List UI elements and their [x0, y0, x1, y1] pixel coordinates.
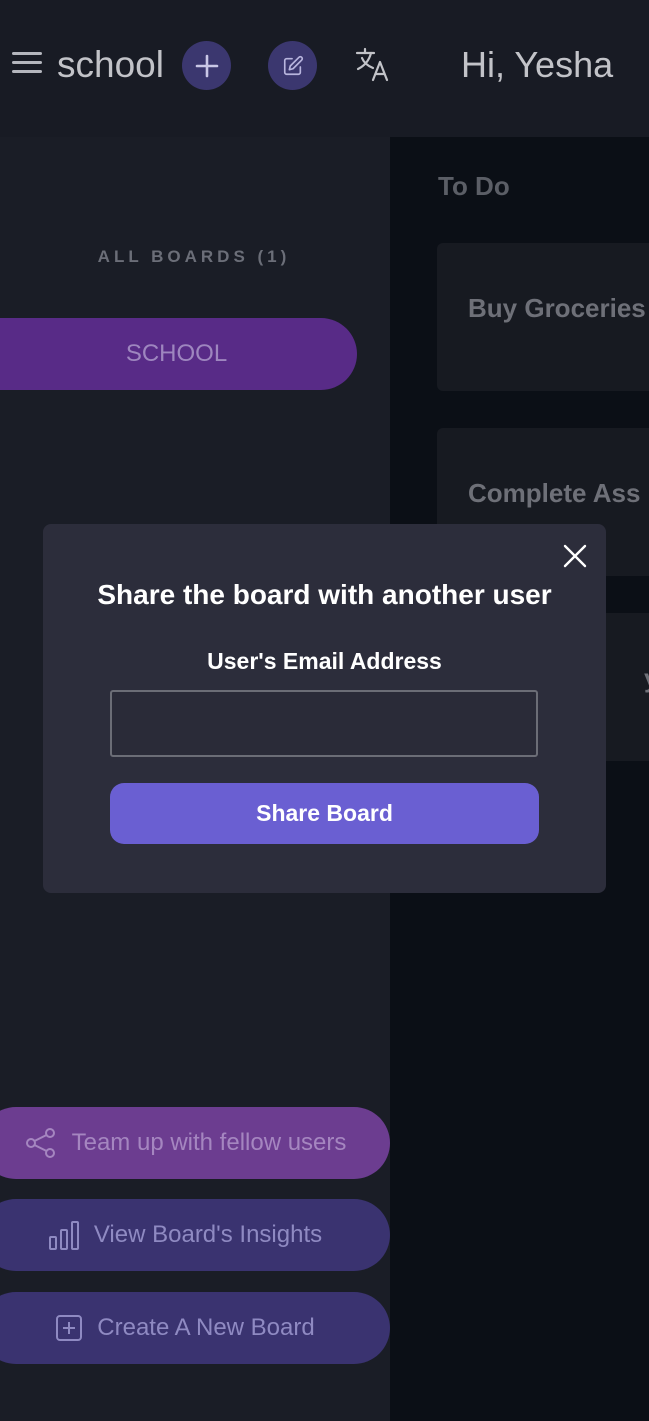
- translate-button[interactable]: [352, 44, 394, 86]
- view-insights-button[interactable]: View Board's Insights: [0, 1199, 390, 1271]
- board-title: school: [57, 44, 164, 85]
- pencil-square-icon: [283, 55, 303, 75]
- app-root: school Hi, Yesha ALL BOARDS (1) SCHOOL T…: [0, 0, 649, 1421]
- view-insights-label: View Board's Insights: [93, 1221, 323, 1248]
- close-button[interactable]: [562, 543, 588, 569]
- email-input[interactable]: [110, 690, 538, 757]
- task-title: y: [644, 663, 649, 694]
- edit-board-button[interactable]: [268, 41, 317, 90]
- team-up-button[interactable]: Team up with fellow users: [0, 1107, 390, 1179]
- task-title: Buy Groceries: [468, 293, 646, 323]
- create-board-label: Create A New Board: [97, 1314, 315, 1341]
- email-label: User's Email Address: [207, 648, 442, 674]
- share-board-modal: Share the board with another user User's…: [43, 524, 606, 893]
- modal-title: Share the board with another user: [97, 579, 552, 610]
- sidebar-board-school[interactable]: SCHOOL: [0, 318, 357, 390]
- task-card[interactable]: Buy Groceries: [437, 243, 649, 391]
- plus-square-icon: [56, 1315, 83, 1341]
- team-up-label: Team up with fellow users: [71, 1129, 347, 1156]
- all-boards-heading: ALL BOARDS (1): [97, 247, 291, 266]
- translate-icon: [355, 47, 389, 82]
- bar-chart-icon: [48, 1221, 79, 1250]
- close-icon: [563, 544, 587, 568]
- create-board-button[interactable]: Create A New Board: [0, 1292, 390, 1364]
- plus-icon: [195, 54, 218, 77]
- share-icon: [25, 1128, 55, 1158]
- task-title: Complete Ass: [468, 478, 641, 508]
- share-board-button[interactable]: Share Board: [110, 783, 539, 844]
- column-title: To Do: [438, 171, 510, 201]
- hamburger-menu-icon[interactable]: [12, 52, 42, 78]
- top-header: school Hi, Yesha: [0, 0, 649, 137]
- add-task-button[interactable]: [182, 41, 231, 90]
- user-greeting: Hi, Yesha: [461, 44, 614, 85]
